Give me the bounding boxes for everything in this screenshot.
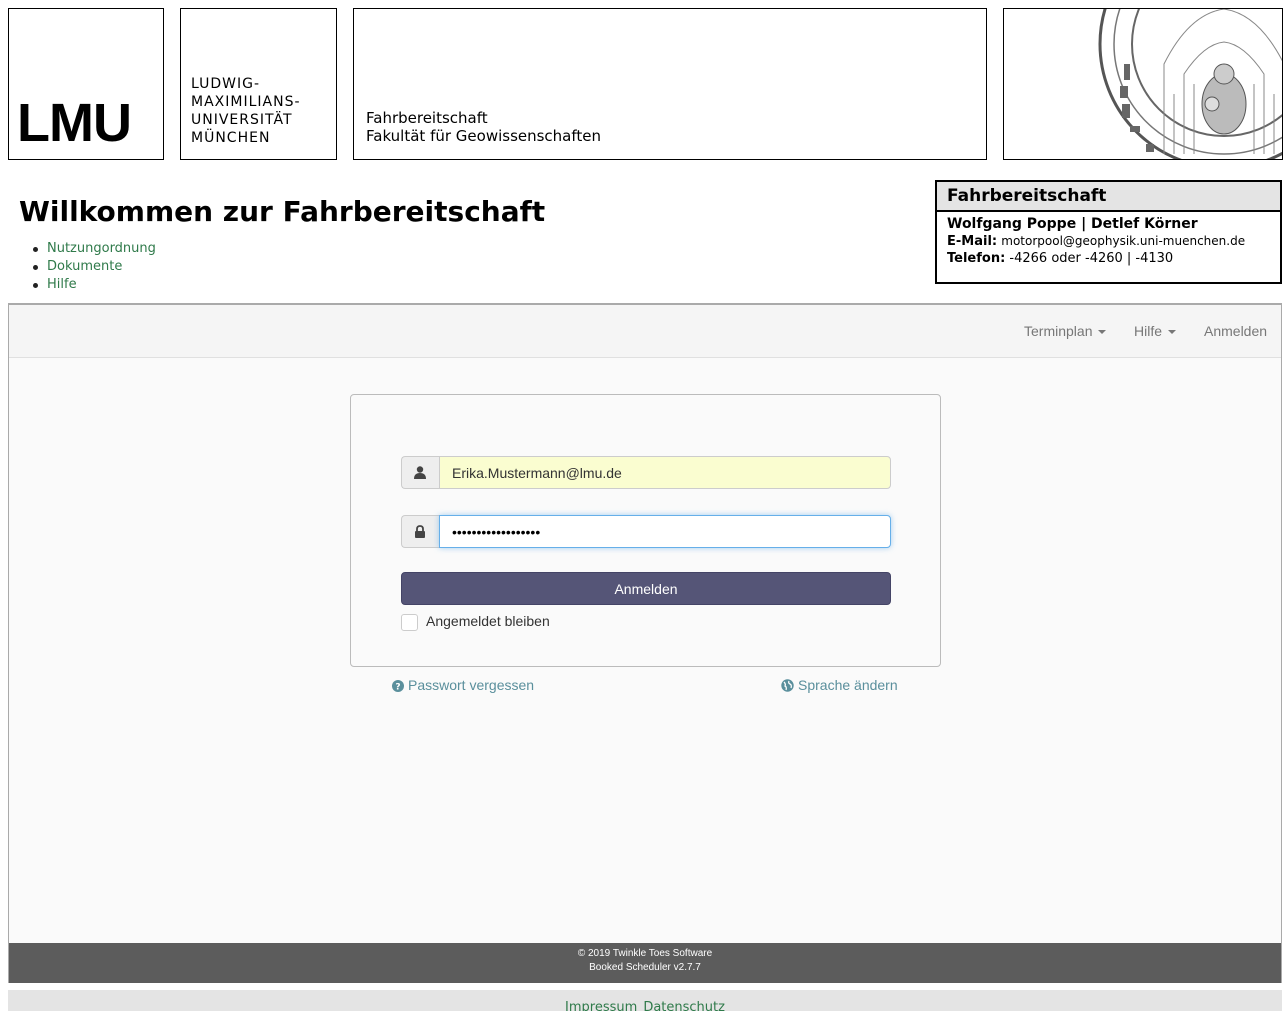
link-hilfe[interactable]: Hilfe (47, 277, 77, 292)
svg-text:?: ? (395, 683, 400, 693)
nav-label: Terminplan (1024, 323, 1093, 339)
copyright-text: © 2019 Twinkle Toes Software (577, 948, 713, 959)
caret-down-icon (1168, 330, 1177, 335)
contact-phone: -4266 oder -4260 | -4130 (1009, 251, 1174, 266)
app-frame: Terminplan Hilfe Anmelden Anmelden Angem… (8, 303, 1282, 983)
university-seal-image (1003, 8, 1283, 160)
nav-label: Hilfe (1134, 323, 1163, 339)
university-name-line: MAXIMILIANS- (191, 94, 301, 110)
datenschutz-link[interactable]: Datenschutz (643, 1000, 725, 1011)
seal-icon (1098, 9, 1282, 159)
department-line: Fakultät für Geowissenschaften (366, 127, 602, 145)
contact-box: Fahrbereitschaft Wolfgang Poppe | Detlef… (935, 180, 1282, 284)
question-circle-icon: ? (392, 680, 404, 693)
email-input-group (401, 456, 891, 489)
user-icon (401, 456, 439, 489)
globe-icon (781, 679, 794, 692)
navbar: Terminplan Hilfe Anmelden (9, 305, 1281, 358)
welcome-title: Willkommen zur Fahrbereitschaft (19, 195, 546, 228)
contact-names: Wolfgang Poppe | Detlef Körner (947, 216, 1198, 232)
lock-icon (401, 515, 439, 548)
university-name-line: UNIVERSITÄT (191, 112, 293, 128)
university-name-line: LUDWIG- (191, 76, 261, 92)
nav-anmelden[interactable]: Anmelden (1204, 323, 1267, 339)
login-panel: Anmelden Angemeldet bleiben (350, 394, 941, 667)
university-name: LUDWIG- MAXIMILIANS- UNIVERSITÄT MÜNCHEN (191, 75, 301, 147)
department-name: Fahrbereitschaft Fakultät für Geowissens… (366, 109, 601, 145)
university-name-box: LUDWIG- MAXIMILIANS- UNIVERSITÄT MÜNCHEN (180, 8, 337, 160)
password-input-group (401, 515, 891, 548)
password-field[interactable] (439, 515, 891, 548)
nav-label: Anmelden (1204, 323, 1268, 339)
email-field[interactable] (439, 456, 891, 489)
footer-bar: © 2019 Twinkle Toes Software Booked Sche… (9, 943, 1281, 983)
email-label: E-Mail: (947, 234, 998, 249)
contact-title: Fahrbereitschaft (937, 182, 1280, 212)
welcome-link-list: Nutzungordnung Dokumente Hilfe (31, 240, 156, 294)
lmu-logo: LMU (8, 8, 164, 160)
link-dokumente[interactable]: Dokumente (47, 259, 122, 274)
link-nutzungordnung[interactable]: Nutzungordnung (47, 241, 156, 256)
caret-down-icon (1098, 330, 1107, 335)
change-language-label: Sprache ändern (798, 677, 898, 693)
list-item: Hilfe (31, 276, 156, 294)
list-item: Nutzungordnung (31, 240, 156, 258)
remember-checkbox[interactable] (401, 613, 418, 631)
bottom-links: Impressum Datenschutz (8, 990, 1282, 1011)
lmu-logo-text: LMU (17, 93, 132, 153)
login-button[interactable]: Anmelden (401, 572, 891, 605)
phone-label: Telefon: (947, 251, 1006, 266)
department-line: Fahrbereitschaft (366, 109, 488, 127)
contact-email-row: E-Mail: motorpool@geophysik.uni-muenchen… (947, 233, 1270, 250)
forgot-password-label: Passwort vergessen (408, 677, 535, 693)
contact-phone-row: Telefon: -4266 oder -4260 | -4130 (947, 250, 1270, 267)
contact-email: motorpool@geophysik.uni-muenchen.de (1001, 234, 1246, 248)
impressum-link[interactable]: Impressum (565, 1000, 637, 1011)
change-language-link[interactable]: Sprache ändern (781, 677, 898, 693)
department-box: Fahrbereitschaft Fakultät für Geowissens… (353, 8, 987, 160)
contact-details: Wolfgang Poppe | Detlef Körner E-Mail: m… (937, 212, 1280, 271)
nav-terminplan[interactable]: Terminplan (1024, 323, 1107, 339)
forgot-password-link[interactable]: ? Passwort vergessen (392, 677, 534, 693)
remember-label: Angemeldet bleiben (426, 613, 550, 629)
university-name-line: MÜNCHEN (191, 130, 271, 146)
nav-hilfe[interactable]: Hilfe (1134, 323, 1177, 339)
version-text: Booked Scheduler v2.7.7 (589, 962, 701, 973)
remember-me[interactable]: Angemeldet bleiben (401, 613, 550, 633)
list-item: Dokumente (31, 258, 156, 276)
